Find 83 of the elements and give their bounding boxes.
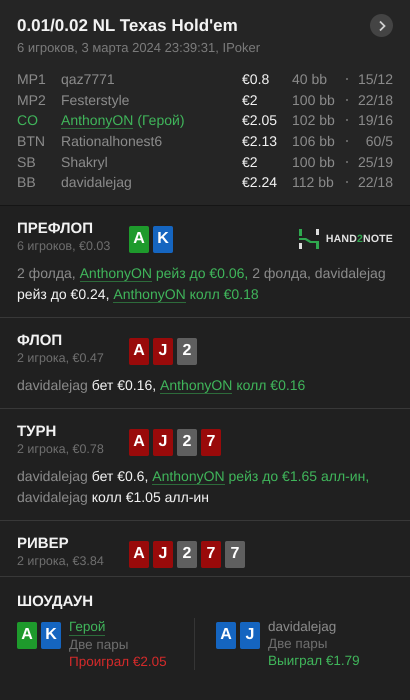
position-label: CO <box>17 112 39 128</box>
result-text: Проиграл €2.05 <box>69 652 167 670</box>
player-link[interactable]: AnthonyON <box>152 468 225 485</box>
stack-bb: 100 bb <box>292 154 336 170</box>
result-text: Выиграл €1.79 <box>268 652 360 669</box>
stack-bb: 102 bb <box>292 112 336 128</box>
playing-card: J <box>153 428 173 456</box>
playing-card: A <box>129 540 149 568</box>
position-label: SB <box>17 154 37 170</box>
game-subtitle: 6 игроков, 3 марта 2024 23:39:31, IPoker <box>17 40 262 55</box>
player-link[interactable]: Герой <box>69 618 106 636</box>
player-link[interactable]: AnthonyON <box>160 376 232 394</box>
street-info: 2 игрока, €0.47 <box>17 350 105 365</box>
playing-card: A <box>129 226 149 253</box>
player-link[interactable]: AnthonyON <box>113 286 186 303</box>
action-line: davidalejag бет €0.16, AnthonyON колл €0.16 <box>17 376 306 396</box>
player-link[interactable]: AnthonyON <box>61 112 134 130</box>
playing-card: J <box>240 622 260 649</box>
hero-tag: (Герой) <box>137 112 185 128</box>
position-label: MP2 <box>17 92 47 108</box>
playing-card: 2 <box>177 540 197 568</box>
street-info: 2 игрока, €0.78 <box>17 442 105 456</box>
separator-dot <box>346 98 348 101</box>
playing-card: 7 <box>201 540 221 568</box>
street-title: ШОУДАУН <box>17 592 94 610</box>
playing-card: A <box>129 338 149 365</box>
playing-card: J <box>153 338 173 365</box>
separator-dot <box>346 160 348 163</box>
separator-dot <box>346 78 348 80</box>
game-title: 0.01/0.02 NL Texas Hold'em <box>17 16 238 36</box>
player-name: davidalejag <box>268 618 336 635</box>
stack-bb: 106 bb <box>292 133 336 150</box>
street-title: ТУРН <box>17 422 58 440</box>
hand-rank: Две пары <box>69 636 128 653</box>
playing-card: 7 <box>225 540 245 568</box>
stack-amount: €0.8 <box>242 71 270 88</box>
stack-amount: €2 <box>242 154 259 170</box>
separator-dot <box>346 181 348 184</box>
stack-amount: €2.13 <box>242 133 278 150</box>
logo-text: HAND2NOTE <box>326 232 393 245</box>
player-stats: 15/12 <box>356 71 393 88</box>
playing-card: K <box>153 226 173 253</box>
player-stats: 60/5 <box>364 133 393 150</box>
playing-card: 2 <box>177 428 197 456</box>
player-link[interactable]: AnthonyON <box>80 264 152 282</box>
player-stats: 19/16 <box>356 112 393 128</box>
player-name: davidalejag <box>61 174 132 190</box>
playing-card: 2 <box>177 338 197 365</box>
playing-card: A <box>17 622 37 649</box>
action-line: davidalejag бет €0.6, AnthonyON рейз до €1.65 алл-ин, davidalejag колл €1.05 алл-ин <box>17 466 370 507</box>
stack-bb: 40 bb <box>292 71 328 88</box>
playing-card: A <box>129 428 149 456</box>
separator-dot <box>346 119 348 122</box>
player-stats: 22/18 <box>356 92 393 108</box>
player-stats: 22/18 <box>356 174 393 190</box>
position-label: BTN <box>17 133 46 150</box>
stack-amount: €2.05 <box>242 112 278 128</box>
stack-amount: €2.24 <box>242 174 278 190</box>
street-title: ФЛОП <box>17 332 64 349</box>
player-name: Festerstyle <box>61 92 130 108</box>
logo-icon <box>298 228 320 250</box>
street-title: ПРЕФЛОП <box>17 220 94 237</box>
hand-rank: Две пары <box>268 634 328 652</box>
player-stats: 25/19 <box>356 154 393 170</box>
playing-card: 7 <box>201 428 221 456</box>
player-name: Rationalhonest6 <box>61 133 162 150</box>
action-line: 2 фолда, AnthonyON рейз до €0.06, 2 фолда, davidalejag рейз до €0.24, AnthonyON колл €0.18 <box>17 264 387 305</box>
playing-card: A <box>216 622 236 649</box>
player-name: Shakryl <box>61 154 108 170</box>
stack-bb: 100 bb <box>292 92 336 108</box>
position-label: MP1 <box>17 71 47 88</box>
stack-amount: €2 <box>242 92 259 108</box>
playing-card: K <box>41 622 61 649</box>
separator-dot <box>346 140 348 142</box>
street-title: РИВЕР <box>17 534 70 552</box>
player-name: qaz7771 <box>61 71 115 88</box>
chevron-right-icon <box>376 20 386 32</box>
playing-card: J <box>153 540 173 568</box>
street-info: 2 игрока, €3.84 <box>17 554 105 568</box>
stack-bb: 112 bb <box>292 174 335 190</box>
street-info: 6 игроков, €0.03 <box>17 238 112 253</box>
next-button[interactable] <box>370 14 393 37</box>
position-label: BB <box>17 174 37 190</box>
